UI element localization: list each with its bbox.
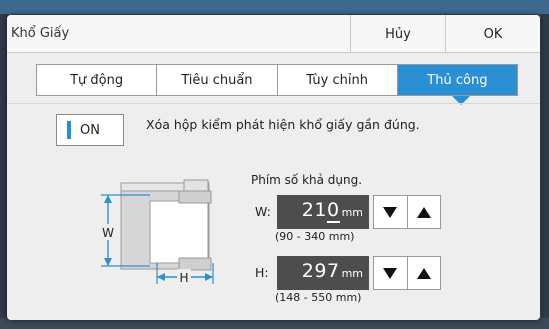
paper-size-diagram: W H	[101, 179, 214, 285]
paper-sheet	[149, 200, 209, 264]
divider	[7, 103, 540, 104]
height-value: 297	[301, 260, 340, 282]
cancel-button[interactable]: Hủy	[350, 15, 445, 53]
tray-top-edge	[120, 182, 187, 192]
dialog-titlebar: Khổ Giấy Hủy OK	[7, 15, 540, 53]
height-label: H	[179, 271, 188, 285]
paper-size-tabs: Tự động Tiêu chuẩn Tùy chỉnh Thủ công	[36, 64, 518, 96]
tab-standard[interactable]: Tiêu chuẩn	[157, 65, 278, 95]
width-field-label: W:	[255, 204, 271, 219]
dialog-title: Khổ Giấy	[11, 26, 70, 41]
width-decrement-button[interactable]	[374, 196, 408, 228]
width-stepper	[373, 195, 441, 229]
height-arrow-left	[157, 273, 165, 281]
height-decrement-button[interactable]	[374, 257, 408, 289]
triangle-down-icon	[383, 206, 398, 218]
ok-button[interactable]: OK	[445, 15, 540, 53]
triangle-down-icon	[383, 267, 398, 279]
triangle-up-icon	[416, 267, 431, 279]
height-unit: mm	[341, 267, 363, 280]
detect-size-description: Xóa hộp kiểm phát hiện khổ giấy gần đúng…	[146, 117, 420, 132]
width-increment-button[interactable]	[408, 196, 441, 228]
height-arrow-right	[205, 273, 213, 281]
paper-size-dialog: Khổ Giấy Hủy OK Tự động Tiêu chuẩn Tùy c…	[7, 15, 540, 320]
detect-size-toggle[interactable]: ON	[56, 114, 124, 146]
triangle-up-icon	[416, 206, 431, 218]
toggle-state-label: ON	[80, 122, 100, 138]
background-app-right	[541, 14, 549, 329]
width-label: W	[102, 226, 114, 240]
height-increment-button[interactable]	[408, 257, 441, 289]
width-arrow-bottom	[104, 258, 112, 266]
width-input[interactable]: 210 mm	[277, 195, 369, 229]
width-cursor-digit: 0	[326, 199, 340, 223]
tab-manual[interactable]: Thủ công	[397, 65, 517, 95]
width-arrow-top	[104, 195, 112, 203]
height-input[interactable]: 297 mm	[277, 256, 369, 290]
height-range: (148 - 550 mm)	[275, 291, 362, 304]
toggle-indicator	[67, 121, 71, 139]
height-field-label: H:	[255, 265, 269, 280]
numeric-keys-hint: Phím số khả dụng.	[251, 173, 363, 187]
tab-auto[interactable]: Tự động	[37, 65, 158, 95]
width-range: (90 - 340 mm)	[275, 230, 355, 243]
width-value-digits: 21	[301, 199, 327, 221]
width-value: 210	[301, 199, 340, 223]
background-app-header	[0, 0, 549, 14]
tray-guide-bottom	[178, 257, 212, 271]
width-unit: mm	[341, 206, 363, 219]
tray-guide-top	[178, 190, 212, 204]
height-stepper	[373, 256, 441, 290]
tab-custom[interactable]: Tùy chỉnh	[278, 65, 398, 95]
